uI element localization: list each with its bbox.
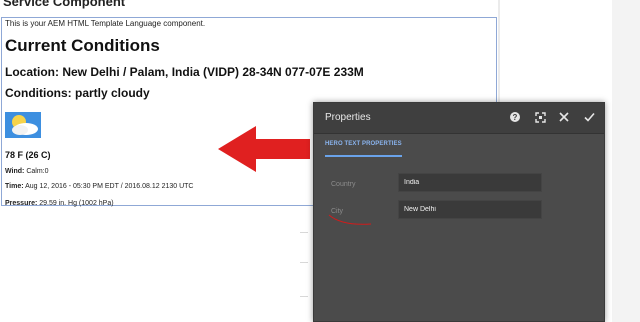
city-field[interactable] bbox=[398, 200, 542, 219]
time-label: Time: bbox=[5, 183, 24, 190]
location-heading: Location: New Delhi / Palam, India (VIDP… bbox=[5, 65, 364, 79]
cancel-button[interactable] bbox=[557, 110, 571, 124]
country-label: Country bbox=[331, 181, 356, 188]
background-rule bbox=[300, 232, 308, 233]
component-intro-text: This is your AEM HTML Template Language … bbox=[5, 19, 206, 28]
background-rule bbox=[300, 262, 308, 263]
close-icon bbox=[559, 112, 569, 122]
help-icon: ? bbox=[510, 112, 520, 122]
country-field[interactable] bbox=[398, 173, 542, 192]
done-button[interactable] bbox=[582, 110, 596, 124]
current-conditions-heading: Current Conditions bbox=[5, 36, 160, 55]
help-button[interactable]: ? bbox=[508, 110, 522, 124]
check-icon bbox=[583, 112, 595, 122]
wind-label: Wind: bbox=[5, 168, 25, 175]
conditions-heading: Conditions: partly cloudy bbox=[5, 86, 150, 100]
background-rule bbox=[300, 296, 308, 297]
wind-row: Wind: Calm:0 bbox=[5, 168, 49, 175]
red-arrow-annotation bbox=[218, 126, 310, 172]
wind-value: Calm:0 bbox=[24, 168, 49, 175]
dialog-header: Properties ? bbox=[314, 103, 604, 134]
time-value: Aug 12, 2016 - 05:30 PM EDT / 2016.08.12… bbox=[23, 183, 194, 190]
fullscreen-button[interactable] bbox=[533, 110, 547, 124]
pressure-value: 29.59 in. Hg (1002 hPa) bbox=[37, 200, 114, 207]
tab-hero-text-properties[interactable]: HERO TEXT PROPERTIES bbox=[325, 141, 402, 157]
pressure-row: Pressure: 29.59 in. Hg (1002 hPa) bbox=[5, 200, 114, 207]
side-rail bbox=[612, 0, 640, 322]
time-row: Time: Aug 12, 2016 - 05:30 PM EDT / 2016… bbox=[5, 183, 193, 190]
fullscreen-icon bbox=[534, 111, 546, 123]
temperature-value: 78 F (26 C) bbox=[5, 150, 51, 160]
pressure-label: Pressure: bbox=[5, 200, 38, 207]
properties-dialog: Properties ? HERO TEXT PROPERTIES Countr… bbox=[313, 102, 605, 322]
partly-cloudy-icon bbox=[5, 112, 41, 138]
red-underline-annotation bbox=[328, 214, 372, 225]
dialog-title: Properties bbox=[325, 112, 371, 123]
page-title: Service Component bbox=[3, 0, 126, 9]
